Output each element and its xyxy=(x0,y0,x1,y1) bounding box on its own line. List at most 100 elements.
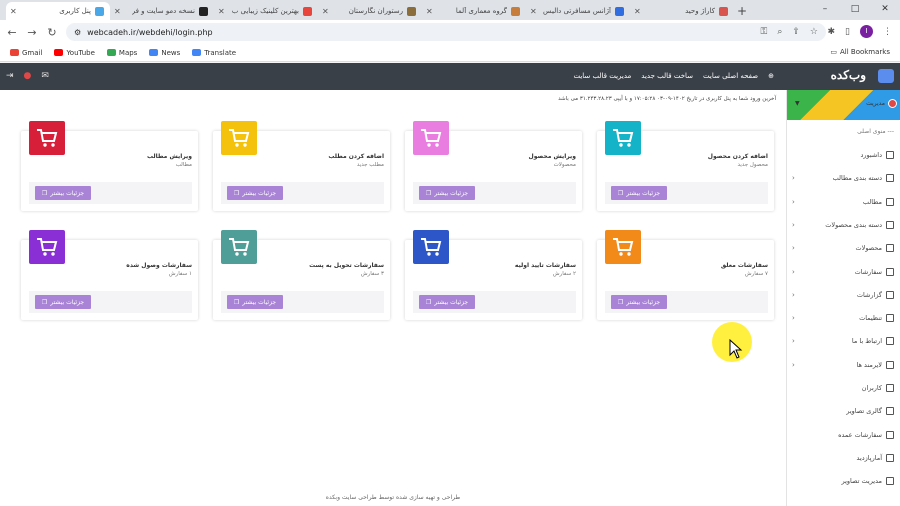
browser-tab[interactable]: کاراژ وحید ✕ xyxy=(630,2,734,20)
more-details-button[interactable]: ❐ جزئیات بیشتر xyxy=(227,186,283,200)
sidepanel-icon[interactable]: ▯ xyxy=(845,27,850,37)
all-bookmarks[interactable]: ▭ All Bookmarks xyxy=(830,48,890,56)
all-bookmarks-label: All Bookmarks xyxy=(839,48,890,56)
browser-tab[interactable]: پنل کاربری ✕ xyxy=(6,2,110,20)
browser-tab[interactable]: رستوران نگارستان ✕ xyxy=(318,2,422,20)
extensions-icon[interactable]: ✱ xyxy=(828,27,836,37)
browser-tab[interactable]: نسخه دمو سایت و فر ✕ xyxy=(110,2,214,20)
external-link-icon[interactable]: ⊕ xyxy=(768,72,774,80)
bookmark-youtube[interactable]: YouTube xyxy=(54,49,95,57)
mail-icon[interactable]: ✉ xyxy=(41,71,49,81)
sidebar-item-label: دسته بندی مطالب xyxy=(832,174,882,183)
address-bar[interactable]: ⚙ webcadeh.ir/webdehi/login.php ⚿ ⌕ ⇪ ☆ xyxy=(66,23,826,41)
tab-favicon-icon xyxy=(719,6,728,16)
close-tab-icon[interactable]: ✕ xyxy=(322,7,329,16)
more-details-button[interactable]: ❐ جزئیات بیشتر xyxy=(35,295,91,309)
sidebar-item[interactable]: سفارشات ‹ xyxy=(786,264,900,280)
close-tab-icon[interactable]: ✕ xyxy=(218,7,225,16)
sidebar-item[interactable]: محصولات ‹ xyxy=(786,240,900,256)
more-details-button[interactable]: ❐ جزئیات بیشتر xyxy=(419,186,475,200)
sidebar-item[interactable]: دسته بندی محصولات ‹ xyxy=(786,217,900,233)
key-icon[interactable]: ⚿ xyxy=(760,27,767,37)
sidebar-item[interactable]: گزارشات ‹ xyxy=(786,287,900,303)
copy-icon: ❐ xyxy=(617,298,624,306)
card-title: سفارشات معلق xyxy=(720,262,768,269)
card-title: اضافه کردن مطلب xyxy=(328,153,384,160)
tab-title: نسخه دمو سایت و فر xyxy=(131,7,195,15)
sidebar-item[interactable]: گالری تصاویر xyxy=(786,403,900,419)
user-avatar xyxy=(888,99,897,108)
back-icon[interactable]: ← xyxy=(4,26,20,39)
close-tab-icon[interactable]: ✕ xyxy=(114,7,121,16)
sidebar-item[interactable]: مطالب ‹ xyxy=(786,194,900,210)
bookmark-news[interactable]: News xyxy=(149,49,180,57)
more-details-button[interactable]: ❐ جزئیات بیشتر xyxy=(611,186,667,200)
notification-icon[interactable]: ● xyxy=(24,71,32,81)
sidebar-item[interactable]: آمارپازدید xyxy=(786,450,900,466)
more-details-button[interactable]: ❐ جزئیات بیشتر xyxy=(611,295,667,309)
sidebar-item-label: داشبورد xyxy=(860,151,883,159)
star-icon[interactable]: ☆ xyxy=(810,27,818,37)
reload-icon[interactable]: ↻ xyxy=(44,26,60,39)
sidebar-item[interactable]: سفارشات عمده xyxy=(786,427,900,443)
copy-icon: ❐ xyxy=(425,298,432,306)
card-title: ویرایش محصول xyxy=(528,153,576,160)
sidebar-item[interactable]: دسته بندی مطالب ‹ xyxy=(786,170,900,186)
sidebar-item[interactable]: مدیریت تصاویر xyxy=(786,473,900,489)
sidebar-item[interactable]: کاربران xyxy=(786,380,900,396)
close-tab-icon[interactable]: ✕ xyxy=(634,7,641,16)
profile-avatar[interactable]: I xyxy=(860,25,873,38)
bookmark-translate[interactable]: Translate xyxy=(192,49,236,57)
more-details-button[interactable]: ❐ جزئیات بیشتر xyxy=(35,186,91,200)
user-panel[interactable]: مدیریت ▼ xyxy=(787,90,900,120)
close-tab-icon[interactable]: ✕ xyxy=(10,7,17,16)
sidebar-item[interactable]: داشبورد xyxy=(786,147,900,163)
menu-item-icon xyxy=(886,430,894,439)
maximize-button[interactable]: □ xyxy=(840,0,870,18)
menu-icon[interactable]: ⋮ xyxy=(883,27,892,37)
nav-home-site[interactable]: صفحه اصلی سایت xyxy=(703,72,758,80)
card-subtitle: مطالب xyxy=(175,162,192,168)
tab-favicon-icon xyxy=(615,6,624,16)
sidebar-item[interactable]: تنظیمات ‹ xyxy=(786,310,900,326)
minimize-button[interactable]: – xyxy=(810,0,840,18)
chevron-icon: ‹ xyxy=(792,244,795,253)
card-footer: ❐ جزئیات بیشتر xyxy=(221,182,384,204)
button-label: جزئیات بیشتر xyxy=(434,189,469,197)
chevron-icon: ‹ xyxy=(792,360,795,369)
card-subtitle: محصولات xyxy=(553,162,576,168)
site-info-icon[interactable]: ⚙ xyxy=(74,28,81,37)
nav-new-template[interactable]: ساخت قالب جدید xyxy=(641,72,693,80)
chevron-down-icon[interactable]: ▼ xyxy=(795,100,800,107)
menu-item-icon xyxy=(886,384,894,392)
forward-icon[interactable]: → xyxy=(24,26,40,39)
tab-favicon-icon xyxy=(199,6,208,16)
more-details-button[interactable]: ❐ جزئیات بیشتر xyxy=(227,295,283,309)
browser-tab[interactable]: گروه معماری آلما ✕ xyxy=(422,2,526,20)
card-subtitle: محصول جدید xyxy=(737,162,768,168)
browser-tab[interactable]: آژانس مسافرتی دالیس ✕ xyxy=(526,2,630,20)
zoom-icon[interactable]: ⌕ xyxy=(777,27,782,37)
new-tab-button[interactable]: + xyxy=(734,2,750,20)
chevron-icon: ‹ xyxy=(792,267,795,276)
menu-item-icon xyxy=(886,174,894,183)
brand-logo[interactable]: وب‌کده xyxy=(786,63,900,90)
browser-toolbar: ← → ↻ ⚙ webcadeh.ir/webdehi/login.php ⚿ … xyxy=(0,20,900,44)
sidebar-item[interactable]: لایرمند ها ‹ xyxy=(786,357,900,373)
bookmark-maps[interactable]: Maps xyxy=(106,49,137,57)
close-window-button[interactable]: ✕ xyxy=(870,0,900,18)
close-tab-icon[interactable]: ✕ xyxy=(426,7,433,16)
dashboard-card: سفارشات تایید اولیه ۲ سفارش ❐ جزئیات بیشتر xyxy=(405,230,582,320)
sidebar-item[interactable]: ارتباط با ما ‹ xyxy=(786,333,900,349)
more-details-button[interactable]: ❐ جزئیات بیشتر xyxy=(419,295,475,309)
logout-icon[interactable]: ⇥ xyxy=(6,71,14,81)
sidebar-item-label: محصولات xyxy=(855,244,883,253)
share-icon[interactable]: ⇪ xyxy=(792,27,800,37)
logo-text: وب‌کده xyxy=(830,68,866,82)
close-tab-icon[interactable]: ✕ xyxy=(530,7,537,16)
tab-strip: پنل کاربری ✕ نسخه دمو سایت و فر ✕ بهترین ک… xyxy=(0,0,900,20)
bookmark-gmail[interactable]: Gmail xyxy=(10,49,42,57)
button-label: جزئیات بیشتر xyxy=(242,298,277,306)
nav-manage-template[interactable]: مدیریت قالب سایت xyxy=(573,72,631,80)
browser-tab[interactable]: بهترین کلینیک زیبایی ب ✕ xyxy=(214,2,318,20)
